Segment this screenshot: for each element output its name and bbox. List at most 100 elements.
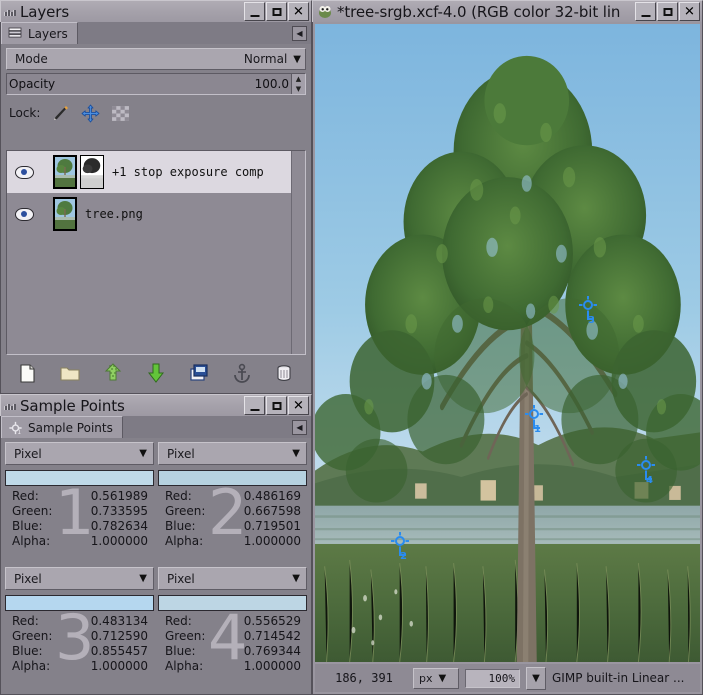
channel-label-green: Green:: [12, 629, 52, 644]
channel-value-alpha: 1.000000: [91, 659, 148, 674]
sample-point-1-mode-value: Pixel: [14, 447, 139, 461]
table-row[interactable]: +1 stop exposure comp: [7, 151, 305, 193]
lock-alpha-checker-icon[interactable]: [111, 104, 130, 123]
tab-sample-points[interactable]: 1 Sample Points: [1, 416, 123, 438]
duplicate-green-icon[interactable]: [101, 361, 125, 385]
channel-label-red: Red:: [12, 614, 39, 629]
sample-point-4-mode-value: Pixel: [167, 572, 292, 586]
channel-label-blue: Blue:: [12, 519, 43, 534]
layer-opacity-value: 100.0: [255, 77, 291, 91]
dock-menu-arrow-icon[interactable]: ◀: [292, 420, 307, 435]
sample-point-4-mode-select[interactable]: Pixel ▼: [158, 567, 307, 590]
sample-point-2-mode-select[interactable]: Pixel ▼: [158, 442, 307, 465]
chevron-down-icon: ▼: [292, 448, 300, 459]
sample-point-2-color-swatch: [158, 470, 307, 486]
channel-value-blue: 0.782634: [91, 519, 148, 534]
stepper-down-icon: ▼: [296, 85, 301, 93]
sample-points-tab-row: 1 Sample Points ◀: [1, 416, 311, 438]
chevron-down-icon: ▼: [532, 673, 540, 684]
sample-point-3-alpha: Alpha: 1.000000: [12, 659, 152, 674]
eye-icon: [15, 208, 34, 221]
image-window-buttons: [635, 2, 702, 21]
layer-thumbnail: [53, 197, 77, 231]
image-window: *tree-srgb.xcf-4.0 (RGB color 32-bit lin: [312, 0, 703, 695]
sample-point-3-values: 3 Red: 0.483134 Green: 0.712590 Blue: 0.…: [5, 613, 154, 674]
layers-list[interactable]: +1 stop exposure comp: [6, 150, 306, 355]
sample-points-titlebar[interactable]: Sample Points: [0, 394, 312, 416]
lock-pixels-brush-icon[interactable]: [51, 104, 70, 123]
lock-position-move-icon[interactable]: [81, 104, 100, 123]
minimize-icon[interactable]: [244, 2, 265, 21]
image-canvas[interactable]: 1234: [315, 24, 700, 662]
close-icon[interactable]: [288, 2, 309, 21]
layer-visibility-toggle[interactable]: [7, 208, 41, 221]
maximize-icon[interactable]: [657, 2, 678, 21]
layers-tab-row: Layers ◀: [1, 22, 311, 44]
layer-mode-row[interactable]: Mode Normal ▼: [6, 48, 306, 70]
opacity-stepper[interactable]: ▲ ▼: [291, 74, 305, 94]
channel-value-alpha: 1.000000: [244, 659, 301, 674]
channel-label-green: Green:: [165, 504, 205, 519]
channel-label-red: Red:: [165, 489, 192, 504]
layers-titlebar[interactable]: Layers: [0, 0, 312, 22]
sample-point-1-alpha: Alpha: 1.000000: [12, 534, 152, 549]
minimize-icon[interactable]: [635, 2, 656, 21]
channel-value-red: 0.486169: [244, 489, 301, 504]
layers-icon: [8, 27, 23, 40]
zoom-dropdown-button[interactable]: ▼: [526, 667, 546, 690]
sample-point-3-green: Green: 0.712590: [12, 629, 152, 644]
close-icon[interactable]: [288, 396, 309, 415]
channel-value-blue: 0.719501: [244, 519, 301, 534]
minimize-icon[interactable]: [244, 396, 265, 415]
channel-label-alpha: Alpha:: [12, 659, 50, 674]
sample-point-1-color-swatch: [5, 470, 154, 486]
table-row[interactable]: tree.png: [7, 193, 305, 235]
sample-point-1-green: Green: 0.733595: [12, 504, 152, 519]
window-grip-icon: [4, 399, 18, 413]
channel-label-blue: Blue:: [165, 644, 196, 659]
layer-thumbnail: [53, 155, 77, 189]
zoom-input[interactable]: 100%: [465, 669, 520, 688]
trash-icon[interactable]: [272, 361, 296, 385]
sample-point-4: Pixel ▼ 4 Red: 0.556529 Green: 0.714542: [158, 567, 307, 692]
unit-select[interactable]: px ▼: [413, 668, 459, 689]
layers-dock-window: Layers Layers ◀ Mode: [0, 0, 312, 394]
layer-thumbnails: [53, 197, 77, 231]
anchor-icon[interactable]: [230, 361, 254, 385]
layer-opacity-label: Opacity: [7, 77, 255, 91]
gimp-screenshot: Layers Layers ◀ Mode: [0, 0, 703, 695]
gimp-wilber-icon: [317, 4, 334, 19]
stepper-up-icon: ▲: [296, 75, 301, 83]
channel-label-green: Green:: [165, 629, 205, 644]
image-window-titlebar[interactable]: *tree-srgb.xcf-4.0 (RGB color 32-bit lin: [312, 0, 703, 22]
green-down-arrow-icon[interactable]: [144, 361, 168, 385]
channel-label-alpha: Alpha:: [12, 534, 50, 549]
tab-layers[interactable]: Layers: [1, 22, 78, 44]
layers-window-title: Layers: [20, 3, 244, 21]
close-icon[interactable]: [679, 2, 700, 21]
new-page-icon[interactable]: [15, 361, 39, 385]
layers-window-buttons: [244, 2, 311, 21]
layers-list-scrollbar[interactable]: [291, 151, 305, 354]
sample-points-dock-body: 1 Sample Points ◀ Pixel ▼ 1: [0, 416, 312, 695]
maximize-icon[interactable]: [266, 396, 287, 415]
chevron-down-icon: ▼: [139, 573, 147, 584]
sample-point-2-alpha: Alpha: 1.000000: [165, 534, 305, 549]
dock-menu-arrow-icon[interactable]: ◀: [292, 26, 307, 41]
layer-visibility-toggle[interactable]: [7, 166, 41, 179]
sample-point-3-mode-select[interactable]: Pixel ▼: [5, 567, 154, 590]
channel-value-green: 0.714542: [244, 629, 301, 644]
eye-icon: [15, 166, 34, 179]
channel-label-red: Red:: [165, 614, 192, 629]
sample-point-1-mode-select[interactable]: Pixel ▼: [5, 442, 154, 465]
status-message: GIMP built-in Linear ...: [552, 671, 694, 685]
folder-icon[interactable]: [58, 361, 82, 385]
layer-mode-label: Mode: [15, 52, 244, 66]
channel-label-alpha: Alpha:: [165, 659, 203, 674]
merge-down-icon[interactable]: [187, 361, 211, 385]
sample-point-2: Pixel ▼ 2 Red: 0.486169 Green: 0.667598: [158, 442, 307, 567]
layer-opacity-row[interactable]: Opacity 100.0 ▲ ▼: [6, 73, 306, 95]
sample-point-1-blue: Blue: 0.782634: [12, 519, 152, 534]
maximize-icon[interactable]: [266, 2, 287, 21]
layers-dock-body: Layers ◀ Mode Normal ▼ Opacity 100.0 ▲ ▼…: [0, 22, 312, 394]
